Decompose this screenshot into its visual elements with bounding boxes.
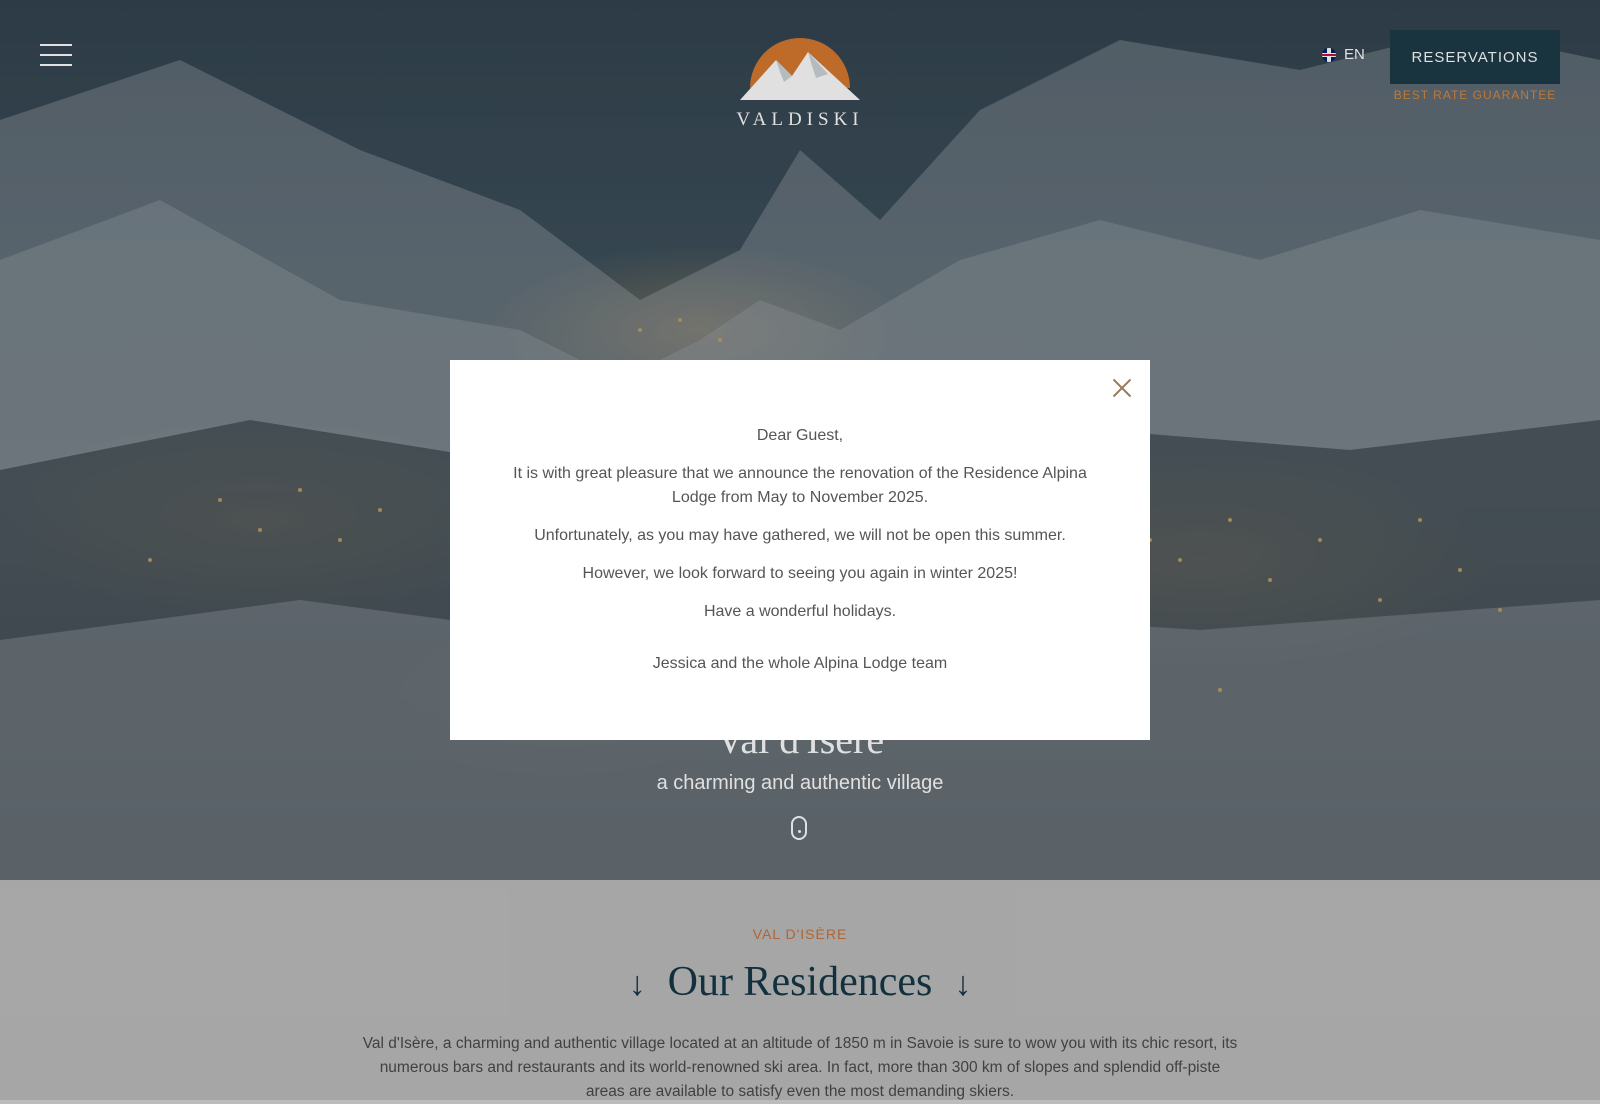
close-icon[interactable] (1110, 376, 1134, 400)
modal-signature: Jessica and the whole Alpina Lodge team (652, 655, 948, 672)
modal-greeting: Dear Guest, (756, 427, 844, 444)
announcement-modal: Dear Guest, It is with great pleasure th… (450, 360, 1150, 740)
modal-line-2: Unfortunately, as you may have gathered,… (534, 527, 1066, 544)
modal-line-3: However, we look forward to seeing you a… (582, 565, 1018, 582)
modal-line-1: It is with great pleasure that we announ… (513, 465, 1087, 506)
modal-line-4: Have a wonderful holidays. (703, 603, 897, 620)
